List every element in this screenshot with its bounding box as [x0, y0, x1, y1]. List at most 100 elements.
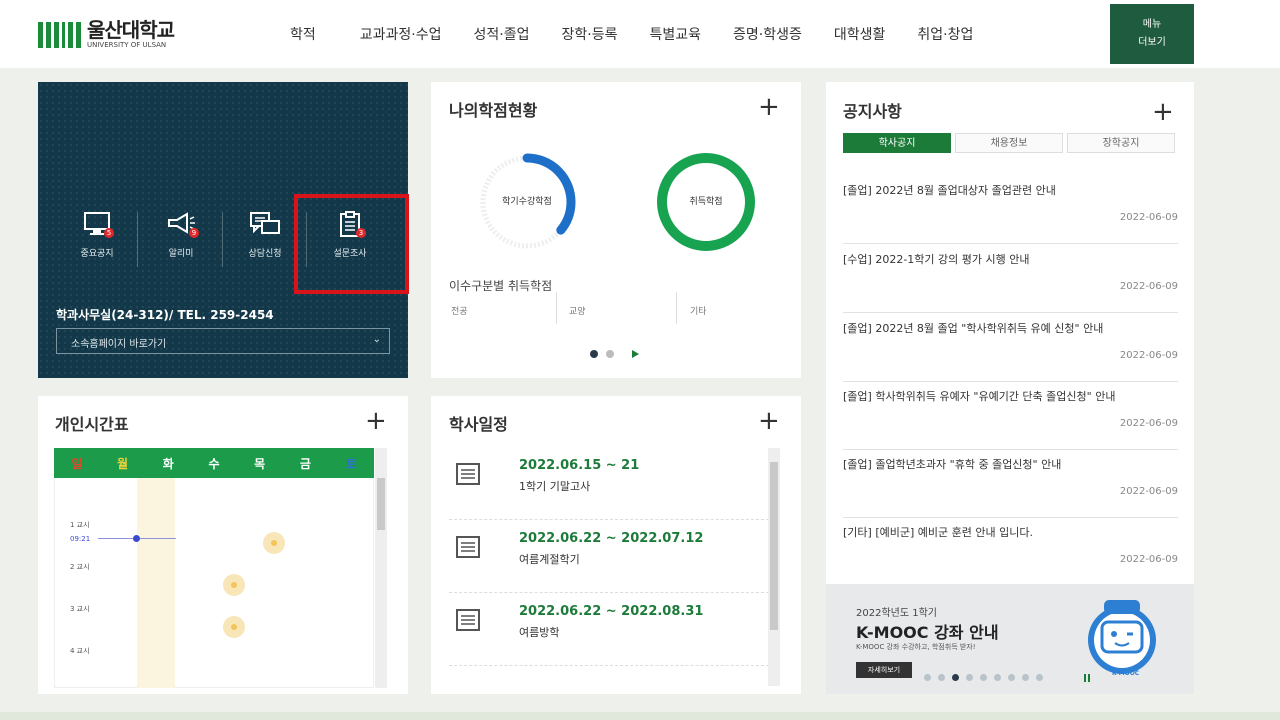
notice-date: 2022-06-09 — [1119, 486, 1178, 497]
calendar-list-icon — [456, 609, 480, 631]
notice-item: [졸업] 2022년 8월 졸업 "학사학위취득 유예 신청" 안내 2022-0… — [843, 314, 1178, 382]
pager-dot[interactable] — [966, 674, 973, 681]
nav-item-career[interactable]: 취업·창업 — [917, 24, 973, 44]
menu-more-button[interactable]: 메뉴 더보기 — [1110, 4, 1194, 64]
pager-dot[interactable] — [980, 674, 987, 681]
university-logo[interactable]: 울산대학교 UNIVERSITY OF ULSAN — [38, 20, 175, 49]
class-marker[interactable] — [223, 616, 245, 638]
badge: 9 — [189, 228, 199, 238]
day-fri: 금 — [299, 456, 311, 471]
timetable-day-header: 일 월 화 수 목 금 토 — [54, 448, 374, 478]
calendar-list-icon — [456, 536, 480, 558]
notices-more-plus-icon[interactable]: + — [1152, 99, 1174, 125]
notice-date: 2022-06-09 — [1119, 212, 1178, 223]
period-label: 2 교시 — [70, 563, 90, 571]
notice-date: 2022-06-09 — [1119, 350, 1178, 361]
nav-item-academic-record[interactable]: 학적 — [290, 24, 316, 44]
credits-by-type-title: 이수구분별 취득학점 — [449, 279, 553, 293]
divider — [556, 292, 557, 324]
semester-credits-label: 학기수강학점 — [502, 197, 552, 207]
tab-job-info[interactable]: 채용정보 — [955, 133, 1063, 153]
schedule-item[interactable]: 2022.06.15 ~ 21 1학기 기말고사 — [449, 448, 769, 520]
divider — [137, 212, 138, 267]
timetable-title: 개인시간표 — [55, 415, 129, 434]
pause-icon[interactable] — [1083, 674, 1091, 682]
credit-type-other: 기타 — [690, 307, 707, 317]
badge: 5 — [104, 228, 114, 238]
tab-scholarship-notice[interactable]: 장학공지 — [1067, 133, 1175, 153]
tab-academic-notice[interactable]: 학사공지 — [843, 133, 951, 153]
notice-date: 2022-06-09 — [1119, 418, 1178, 429]
schedule-name: 여름계절학기 — [519, 553, 580, 566]
menu-more-line1: 메뉴 — [1142, 19, 1162, 30]
class-marker[interactable] — [263, 532, 285, 554]
notice-title[interactable]: [졸업] 학사학위취득 유예자 "유예기간 단축 졸업신청" 안내 — [843, 388, 1115, 404]
day-sun: 일 — [71, 456, 83, 471]
day-thu: 목 — [254, 456, 266, 471]
kmooc-more-button[interactable]: 자세히보기 — [856, 662, 912, 678]
schedule-more-plus-icon[interactable]: + — [758, 408, 780, 434]
pager-dot-active[interactable] — [952, 674, 959, 681]
department-site-select[interactable]: 소속홈페이지 바로가기 ⌄ — [56, 328, 390, 354]
quick-item-label: 중요공지 — [80, 249, 114, 259]
nav-item-curriculum[interactable]: 교과과정·수업 — [360, 24, 442, 44]
period-label: 1 교시 — [70, 521, 90, 529]
highlight-box — [294, 194, 409, 294]
day-mon: 월 — [117, 456, 129, 471]
credit-type-major: 전공 — [451, 307, 468, 317]
notice-title[interactable]: [졸업] 2022년 8월 졸업대상자 졸업관련 안내 — [843, 182, 1056, 198]
notice-title[interactable]: [기타] [예비군] 예비군 훈련 안내 입니다. — [843, 524, 1033, 540]
credit-type-general: 교양 — [569, 307, 586, 317]
quick-item-important-notice[interactable]: 5 중요공지 — [62, 210, 132, 259]
pager-dot[interactable] — [606, 350, 614, 358]
pager-dot-active[interactable] — [590, 350, 598, 358]
schedule-scroll-thumb[interactable] — [770, 462, 778, 630]
earned-credits-label: 취득학점 — [689, 197, 723, 207]
notice-title[interactable]: [졸업] 졸업학년초과자 "휴학 중 졸업신청" 안내 — [843, 456, 1061, 472]
divider — [676, 292, 677, 324]
schedule-item[interactable]: 2022.06.22 ~ 2022.07.12 여름계절학기 — [449, 521, 769, 593]
nav-item-grades[interactable]: 성적·졸업 — [474, 24, 530, 44]
period-label: 3 교시 — [70, 605, 90, 613]
page-bottom-strip — [0, 712, 1280, 720]
pager-dot[interactable] — [1008, 674, 1015, 681]
pager-dot[interactable] — [994, 674, 1001, 681]
kmooc-title: K-MOOC 강좌 안내 — [856, 623, 999, 642]
chevron-down-icon: ⌄ — [372, 334, 381, 345]
credits-more-plus-icon[interactable]: + — [758, 94, 780, 120]
schedule-date: 2022.06.15 ~ 21 — [519, 458, 640, 473]
notice-item: [기타] [예비군] 예비군 훈련 안내 입니다. 2022-06-09 — [843, 518, 1178, 586]
today-column — [137, 478, 175, 688]
quick-item-notifier[interactable]: 9 알리미 — [146, 210, 216, 259]
pager-dot[interactable] — [924, 674, 931, 681]
schedule-date: 2022.06.22 ~ 2022.08.31 — [519, 604, 704, 619]
nav-item-special-education[interactable]: 특별교육 — [649, 24, 701, 44]
banner-pager — [924, 674, 1043, 681]
logo-english-text: UNIVERSITY OF ULSAN — [87, 41, 167, 49]
pager-dot[interactable] — [1036, 674, 1043, 681]
notice-title[interactable]: [수업] 2022-1학기 강의 평가 시행 안내 — [843, 251, 1029, 267]
class-marker[interactable] — [223, 574, 245, 596]
timetable-more-plus-icon[interactable]: + — [365, 408, 387, 434]
timetable-scroll-thumb[interactable] — [377, 478, 385, 530]
play-icon[interactable] — [631, 349, 640, 359]
notice-item: [졸업] 2022년 8월 졸업대상자 졸업관련 안내 2022-06-09 — [843, 176, 1178, 244]
notice-tabs: 학사공지 채용정보 장학공지 — [843, 133, 1175, 153]
quick-item-counseling[interactable]: 상담신청 — [230, 210, 300, 259]
notice-title[interactable]: [졸업] 2022년 8월 졸업 "학사학위취득 유예 신청" 안내 — [843, 320, 1103, 336]
kmooc-description: K-MOOC 강좌 수강하고, 학점취득 받자! — [856, 643, 976, 651]
kmooc-mascot-icon — [1088, 600, 1156, 674]
kmooc-banner[interactable]: 2022학년도 1학기 K-MOOC 강좌 안내 K-MOOC 강좌 수강하고,… — [826, 584, 1194, 694]
schedule-name: 여름방학 — [519, 626, 560, 639]
pager-dot[interactable] — [938, 674, 945, 681]
nav-item-campus-life[interactable]: 대학생활 — [834, 24, 886, 44]
pager-dot[interactable] — [1022, 674, 1029, 681]
notice-date: 2022-06-09 — [1119, 281, 1178, 292]
divider — [222, 212, 223, 267]
select-value: 소속홈페이지 바로가기 — [71, 339, 167, 350]
megaphone-icon: 9 — [165, 210, 199, 238]
nav-item-scholarship[interactable]: 장학·등록 — [561, 24, 617, 44]
chat-icon — [248, 210, 282, 238]
schedule-item[interactable]: 2022.06.22 ~ 2022.08.31 여름방학 — [449, 594, 769, 666]
nav-item-certificates[interactable]: 증명·학생증 — [733, 24, 802, 44]
